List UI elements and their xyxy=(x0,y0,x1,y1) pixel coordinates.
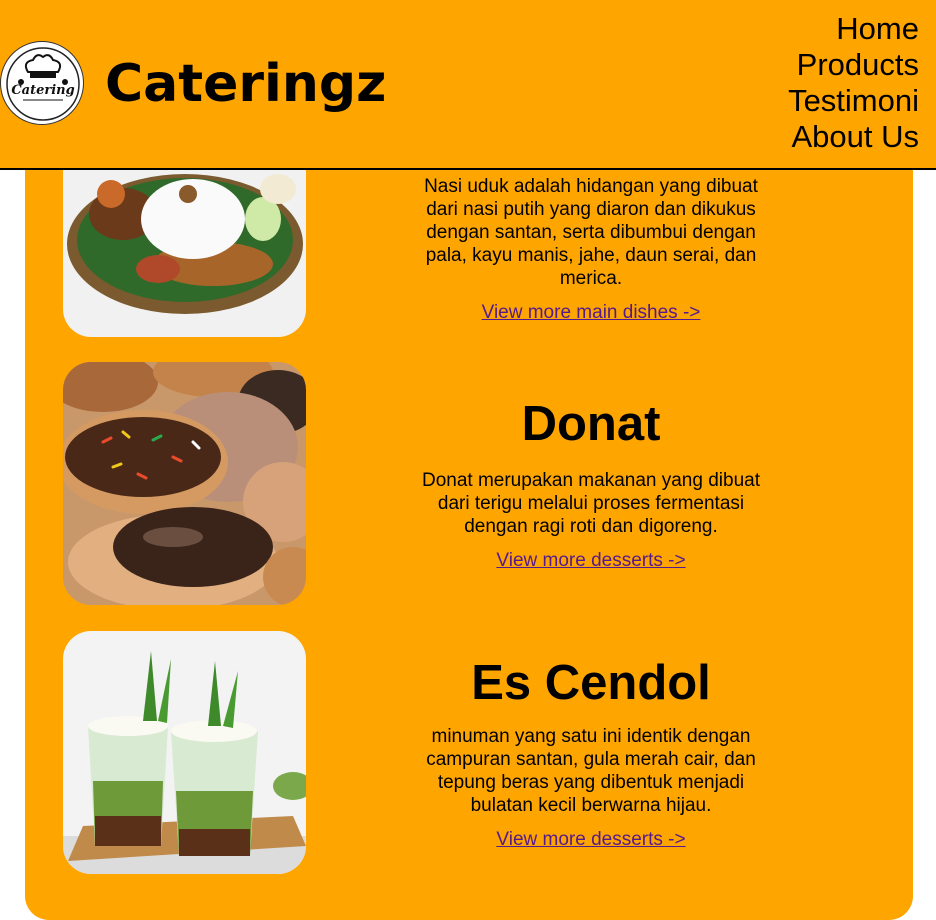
view-more-link[interactable]: View more desserts -> xyxy=(496,550,685,572)
view-more-link[interactable]: View more desserts -> xyxy=(496,829,685,851)
logo[interactable]: Catering xyxy=(0,41,84,125)
donut-photo xyxy=(63,362,306,605)
product-title: Donat xyxy=(521,397,661,451)
view-more-link[interactable]: View more main dishes -> xyxy=(482,302,701,324)
brand-name: Cateringz xyxy=(105,54,387,114)
nav-about-us[interactable]: About Us xyxy=(788,119,919,155)
product-title: Es Cendol xyxy=(471,656,711,710)
nav-home[interactable]: Home xyxy=(788,11,919,47)
svg-text:Catering: Catering xyxy=(11,83,74,98)
nav-products[interactable]: Products xyxy=(788,47,919,83)
es-cendol-photo xyxy=(63,631,306,874)
chef-hat-logo-icon: Catering xyxy=(6,47,80,121)
product-text: Nasi uduk adalah hidangan yang dibuat da… xyxy=(410,175,772,324)
main-nav: Home Products Testimoni About Us xyxy=(788,11,919,155)
site-header: Catering Cateringz Home Products Testimo… xyxy=(0,0,936,170)
product-text: Es Cendol minuman yang satu ini identik … xyxy=(410,654,772,851)
product-description: Nasi uduk adalah hidangan yang dibuat da… xyxy=(424,176,758,289)
product-description: minuman yang satu ini identik dengan cam… xyxy=(426,726,756,816)
product-description: Donat merupakan makanan yang dibuat dari… xyxy=(421,470,760,537)
products-card: Nasi uduk adalah hidangan yang dibuat da… xyxy=(25,120,913,920)
nav-testimoni[interactable]: Testimoni xyxy=(788,83,919,119)
product-text: Donat Donat merupakan makanan yang dibua… xyxy=(410,395,772,572)
